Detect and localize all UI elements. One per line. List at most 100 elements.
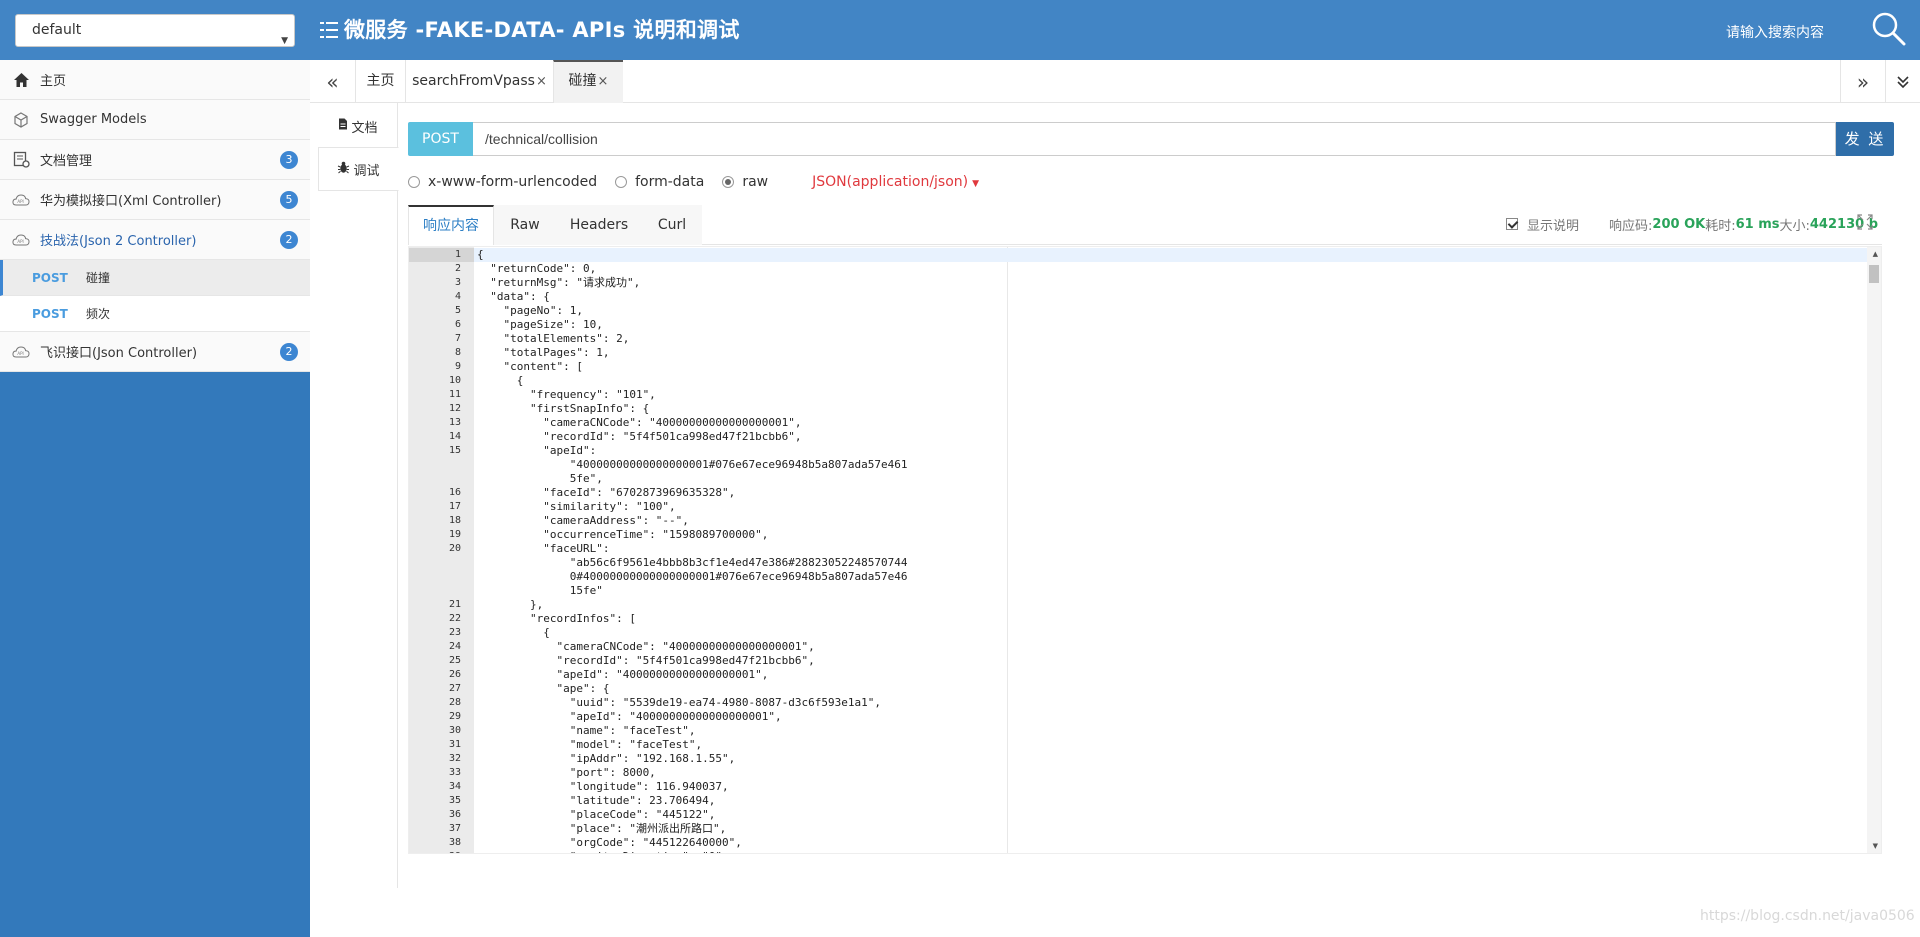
line-number: 6 <box>454 319 461 330</box>
code-line: 37 "place": "潮州派出所路口", <box>409 822 1869 836</box>
line-number: 27 <box>448 683 461 694</box>
code-line: 3 "returnMsg": "请求成功", <box>409 276 1869 290</box>
code-text: { <box>477 248 484 261</box>
http-method-badge: POST <box>408 122 473 156</box>
code-line: 32 "ipAddr": "192.168.1.55", <box>409 752 1869 766</box>
code-line: 15 "apeId": <box>409 444 1869 458</box>
line-number: 22 <box>448 613 461 624</box>
sidebar-item-home[interactable]: 主页 <box>0 60 310 100</box>
radio-label: form-data <box>635 174 705 190</box>
code-text: "apeId": <box>477 444 597 457</box>
tab-collision[interactable]: 碰撞× <box>553 60 623 103</box>
vertical-scrollbar[interactable]: ▲ ▼ <box>1867 247 1881 853</box>
code-line: 6 "pageSize": 10, <box>409 318 1869 332</box>
code-line: "ab56c6f9561e4bbb8b3cf1e4ed47e386#288230… <box>409 556 1869 570</box>
response-code-editor[interactable]: 1{2 "returnCode": 0, 3 "returnMsg": "请求成功… <box>408 246 1882 854</box>
code-line: 16 "faceId": "6702873969635328", <box>409 486 1869 500</box>
code-text: "data": { <box>477 290 550 303</box>
tab-home[interactable]: 主页 <box>355 60 405 103</box>
scroll-down-icon[interactable]: ▼ <box>1873 842 1878 850</box>
code-text: "faceId": "6702873969635328", <box>477 486 736 499</box>
code-text: "recordId": "5f4f501ca998ed47f21bcbb6", <box>477 654 815 667</box>
tab-document[interactable]: 文档 <box>318 104 398 148</box>
code-text: 15fe" <box>477 584 603 597</box>
code-line: 10 { <box>409 374 1869 388</box>
response-meta: 显示说明 响应码: 200 OK 耗时: 61 ms 大小: 442130 b <box>1506 215 1878 234</box>
code-text: "name": "faceTest", <box>477 724 696 737</box>
tab-raw[interactable]: Raw <box>494 205 556 245</box>
code-text: "cameraCNCode": "40000000000000000001", <box>477 640 815 653</box>
sidebar: 主页 Swagger Models 文档管理 3 API 华为模拟接口(Xml … <box>0 60 310 937</box>
sidebar-item-label: 飞识接口(Json Controller) <box>40 346 198 361</box>
radio-label: x-www-form-urlencoded <box>428 174 598 190</box>
scroll-up-icon[interactable]: ▲ <box>1873 250 1878 258</box>
svg-text:API: API <box>17 239 23 244</box>
line-number: 33 <box>448 767 461 778</box>
sidebar-subitem-frequency[interactable]: POST 频次 <box>0 296 310 332</box>
group-select[interactable]: default ▼ <box>15 14 295 47</box>
code-line: 24 "cameraCNCode": "40000000000000000001… <box>409 640 1869 654</box>
line-number: 12 <box>448 403 461 414</box>
code-text: "ipAddr": "192.168.1.55", <box>477 752 736 765</box>
code-line: 7 "totalElements": 2, <box>409 332 1869 346</box>
code-line: 26 "apeId": "40000000000000000001", <box>409 668 1869 682</box>
code-text: "totalElements": 2, <box>477 332 630 345</box>
radio-x-www-form-urlencoded[interactable]: x-www-form-urlencoded <box>408 174 597 190</box>
line-number: 21 <box>448 599 461 610</box>
size-label: 大小: <box>1779 218 1810 234</box>
close-icon[interactable]: × <box>536 74 547 89</box>
sidebar-item-doc-manage[interactable]: 文档管理 3 <box>0 140 310 180</box>
close-icon[interactable]: × <box>598 74 609 89</box>
code-line: 1{ <box>409 248 1869 262</box>
show-description-checkbox[interactable] <box>1506 218 1518 230</box>
tab-menu-chevron-down-icon[interactable] <box>1885 60 1920 103</box>
sidebar-item-json2-controller[interactable]: API 技战法(Json 2 Controller) 2 <box>0 220 310 260</box>
code-text: "apeId": "40000000000000000001", <box>477 668 769 681</box>
sidebar-item-json-controller[interactable]: API 飞识接口(Json Controller) 2 <box>0 332 310 372</box>
search-icon[interactable] <box>1870 10 1908 48</box>
line-number: 11 <box>448 389 461 400</box>
sidebar-item-swagger-models[interactable]: Swagger Models <box>0 100 310 140</box>
method-label: POST <box>32 270 68 285</box>
cloud-icon: API <box>12 191 30 209</box>
tab-scroll-left-icon[interactable]: « <box>310 60 355 103</box>
method-label: POST <box>32 306 68 321</box>
line-number: 7 <box>454 333 461 344</box>
scrollbar-thumb[interactable] <box>1869 265 1879 283</box>
tab-searchfromvpass[interactable]: searchFromVpass× <box>405 60 553 103</box>
code-text: "faceURL": <box>477 542 610 555</box>
tab-label: 文档 <box>351 120 378 136</box>
code-text: "ab56c6f9561e4bbb8b3cf1e4ed47e386#288230… <box>477 556 908 569</box>
sidebar-item-huawei-controller[interactable]: API 华为模拟接口(Xml Controller) 5 <box>0 180 310 220</box>
home-icon <box>12 71 30 89</box>
menu-toggle-icon[interactable] <box>320 20 338 40</box>
code-line: 12 "firstSnapInfo": { <box>409 402 1869 416</box>
code-line: 30 "name": "faceTest", <box>409 724 1869 738</box>
code-line: 0#40000000000000000001#076e67ece96948b5a… <box>409 570 1869 584</box>
radio-form-data[interactable]: form-data <box>615 174 704 190</box>
code-text: "apeId": "40000000000000000001", <box>477 710 782 723</box>
code-text: "40000000000000000001#076e67ece96948b5a8… <box>477 458 908 471</box>
tab-response-content[interactable]: 响应内容 <box>408 205 494 245</box>
content-type-label: JSON(application/json) <box>812 174 969 190</box>
radio-circle[interactable] <box>722 176 735 188</box>
tab-debug[interactable]: 调试 <box>318 147 399 191</box>
request-url-input[interactable]: /technical/collision <box>473 122 1836 156</box>
radio-label: raw <box>742 174 769 190</box>
tab-scroll-right-icon[interactable]: » <box>1840 60 1885 103</box>
tab-curl[interactable]: Curl <box>642 205 702 245</box>
radio-raw[interactable]: raw <box>722 174 768 190</box>
send-button[interactable]: 发 送 <box>1836 122 1894 156</box>
search-input[interactable]: 请输入搜索内容 <box>1726 22 1824 42</box>
code-text: "pageSize": 10, <box>477 318 603 331</box>
code-line: 35 "latitude": 23.706494, <box>409 794 1869 808</box>
radio-circle[interactable] <box>615 176 628 188</box>
sidebar-item-label: 华为模拟接口(Xml Controller) <box>40 194 222 209</box>
sidebar-subitem-collision[interactable]: POST 碰撞 <box>0 260 310 296</box>
doc-manage-icon <box>12 151 30 169</box>
fullscreen-icon[interactable] <box>1857 214 1873 230</box>
code-text: { <box>477 626 550 639</box>
radio-circle[interactable] <box>408 176 420 188</box>
content-type-dropdown[interactable]: JSON(application/json) ▼ <box>812 174 979 190</box>
tab-headers[interactable]: Headers <box>556 205 642 245</box>
